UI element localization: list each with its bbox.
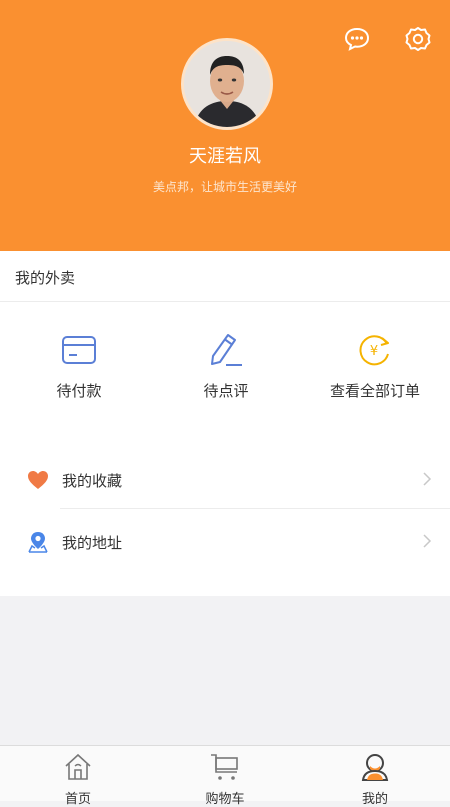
- favorites-row[interactable]: 我的收藏: [0, 448, 450, 510]
- yen-refresh-icon: ¥: [355, 330, 395, 370]
- heart-icon: [26, 468, 50, 492]
- order-item-label: 待点评: [203, 382, 249, 400]
- home-icon: [63, 752, 93, 786]
- cart-icon: [209, 752, 241, 786]
- svg-text:¥: ¥: [370, 344, 378, 359]
- profile-header: 天涯若风 美点邦，让城市生活更美好: [0, 0, 450, 251]
- section-title: 我的外卖: [15, 269, 76, 287]
- gear-icon[interactable]: [403, 24, 433, 54]
- tab-label: 我的: [361, 792, 388, 807]
- tab-label: 首页: [64, 792, 91, 807]
- address-row[interactable]: 我的地址: [0, 510, 450, 572]
- user-icon: [360, 752, 390, 786]
- username: 天涯若风: [189, 146, 261, 167]
- chevron-right-icon: [422, 533, 432, 549]
- pending-payment-button[interactable]: 待付款: [4, 330, 154, 410]
- row-label: 我的地址: [62, 534, 123, 552]
- takeaway-section-header: 我的外卖: [0, 251, 450, 302]
- chevron-right-icon: [422, 471, 432, 487]
- tab-mine[interactable]: 我的: [335, 752, 415, 807]
- tab-cart[interactable]: 购物车: [185, 752, 265, 807]
- order-shortcuts: 待付款 待点评 ¥ 查看全部订单: [0, 302, 450, 448]
- chat-bubble-icon[interactable]: [342, 24, 372, 54]
- all-orders-button[interactable]: ¥ 查看全部订单: [300, 330, 450, 410]
- slogan: 美点邦，让城市生活更美好: [152, 180, 297, 194]
- order-item-label: 查看全部订单: [329, 382, 420, 400]
- avatar[interactable]: [181, 38, 273, 130]
- bottom-tab-bar: 首页 购物车 我的: [0, 745, 450, 807]
- avatar-image: [184, 41, 270, 127]
- row-label: 我的收藏: [62, 472, 123, 490]
- list-divider: [60, 508, 450, 509]
- tab-label: 购物车: [205, 792, 245, 807]
- pen-icon: [206, 330, 246, 370]
- order-item-label: 待付款: [56, 382, 102, 400]
- pending-review-button[interactable]: 待点评: [151, 330, 301, 410]
- location-pin-icon: [26, 530, 50, 554]
- card-icon: [59, 330, 99, 370]
- profile-menu-list: 我的收藏 我的地址: [0, 448, 450, 596]
- tab-home[interactable]: 首页: [38, 752, 118, 807]
